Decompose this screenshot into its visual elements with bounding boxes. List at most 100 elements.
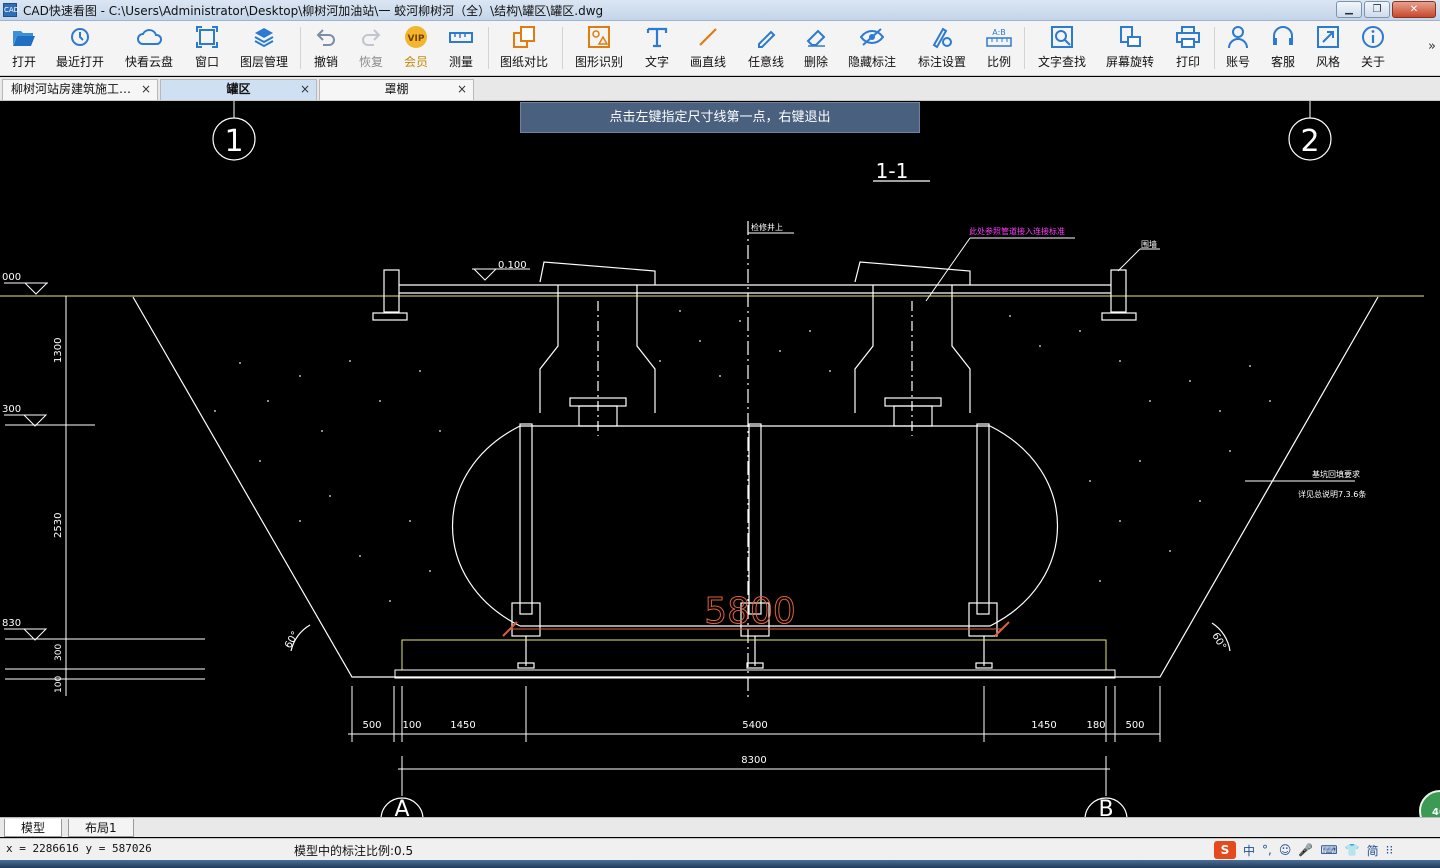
sogou-logo-icon[interactable]: S [1214, 841, 1236, 859]
svg-text:40: 40 [1432, 807, 1440, 817]
delete-button[interactable]: 删除 [802, 24, 830, 72]
svg-text:A: A [394, 797, 409, 817]
text-button[interactable]: 文字 [643, 24, 671, 72]
section-title: 1-1 [873, 159, 930, 183]
cad-drawing[interactable]: 1 2 1-1 60° 60° 000 300 830 0.100 1300 2… [0, 101, 1440, 817]
toolbar-separator [488, 27, 489, 69]
svg-text:300: 300 [2, 404, 21, 415]
maximize-button[interactable]: ❐ [1364, 1, 1390, 18]
taskbar [0, 860, 1440, 868]
toolbar-separator [300, 27, 301, 69]
redo-icon [358, 24, 384, 50]
layers-icon [251, 24, 277, 50]
svg-text:1-1: 1-1 [876, 159, 909, 183]
info-icon [1360, 24, 1386, 50]
manhole-right [854, 261, 971, 436]
cloud-icon [136, 24, 162, 50]
ime-simplified[interactable]: 简 [1367, 842, 1379, 859]
bottom-dimensions: 500 100 1450 5400 1450 180 500 8300 [348, 686, 1161, 796]
measurement-preview: 5800 [502, 591, 1010, 637]
minimize-button[interactable]: ▁ [1336, 1, 1362, 18]
annotation-settings-button[interactable]: 标注设置 [916, 24, 968, 72]
layer-manager-button[interactable]: 图层管理 [238, 24, 290, 72]
cloud-drive-button[interactable]: 快看云盘 [123, 24, 175, 72]
main-toolbar: 打开 最近打开 快看云盘 窗口 图层管理 撤销 恢复 VIP 会员 测量 图纸对… [0, 21, 1440, 76]
svg-text:此处参照管道接入连接标准: 此处参照管道接入连接标准 [969, 226, 1065, 236]
tab-canopy[interactable]: 罩棚 × [319, 79, 474, 100]
status-bar: x = 2286616 y = 587026 模型中的标注比例:0.5 S 中 … [0, 838, 1440, 860]
window-icon [194, 24, 220, 50]
angle-label-left: 60° [283, 630, 301, 651]
freehand-line-button[interactable]: 任意线 [746, 24, 786, 72]
svg-text:围墙: 围墙 [1141, 239, 1157, 249]
recent-open-button[interactable]: 最近打开 [54, 24, 106, 72]
redo-button[interactable]: 恢复 [357, 24, 385, 72]
svg-text:1450: 1450 [450, 720, 475, 731]
vertical-dimensions: 1300 2530 300 100 [5, 296, 205, 696]
freehand-icon [753, 24, 779, 50]
tab-building-drawing[interactable]: 柳树河站房建筑施工… × [2, 79, 158, 100]
manhole-left [539, 261, 656, 436]
close-tab-icon[interactable]: × [141, 80, 151, 99]
microphone-icon[interactable]: 🎤 [1298, 843, 1313, 857]
ime-toolbar[interactable]: S 中 °, ☺ 🎤 ⌨ 👕 简 ⁝⁝ [1214, 839, 1393, 861]
svg-text:1450: 1450 [1031, 720, 1056, 731]
customer-service-button[interactable]: 客服 [1269, 24, 1297, 72]
print-button[interactable]: 打印 [1174, 24, 1202, 72]
svg-text:2: 2 [1300, 124, 1319, 159]
window-button[interactable]: 窗口 [192, 24, 222, 72]
tab-tank-area[interactable]: 罐区 × [160, 79, 317, 100]
open-button[interactable]: 打开 [8, 24, 40, 72]
text-search-button[interactable]: 文字查找 [1036, 24, 1088, 72]
shape-recognize-button[interactable]: 图形识别 [573, 24, 625, 72]
toolbar-separator [1024, 27, 1025, 69]
level-marks: 000 300 830 0.100 [2, 260, 530, 641]
style-button[interactable]: 风格 [1314, 24, 1342, 72]
svg-text:检修井上: 检修井上 [751, 222, 783, 232]
svg-text:830: 830 [2, 618, 21, 629]
scale-icon: A:B [986, 24, 1012, 50]
drawing-compare-button[interactable]: 图纸对比 [498, 24, 550, 72]
vip-button[interactable]: VIP 会员 [402, 24, 430, 72]
svg-text:详见总说明7.3.6条: 详见总说明7.3.6条 [1298, 489, 1366, 499]
svg-text:基坑回填要求: 基坑回填要求 [1312, 469, 1360, 479]
text-icon [644, 24, 670, 50]
tab-layout1[interactable]: 布局1 [68, 819, 134, 837]
title-bar: CAD CAD快速看图 - C:\Users\Administrator\Des… [0, 0, 1440, 21]
style-icon [1315, 24, 1341, 50]
svg-text:2530: 2530 [53, 513, 64, 538]
undo-button[interactable]: 撤销 [312, 24, 340, 72]
ime-menu-icon[interactable]: ⁝⁝ [1386, 843, 1394, 857]
about-button[interactable]: 关于 [1359, 24, 1387, 72]
window-controls: ▁ ❐ ✕ [1336, 1, 1436, 18]
close-tab-icon[interactable]: × [300, 80, 310, 99]
tab-model[interactable]: 模型 [4, 819, 63, 837]
document-tabs: 柳树河站房建筑施工… × 罐区 × 罩棚 × [0, 77, 1440, 101]
skin-icon[interactable]: 👕 [1345, 843, 1360, 857]
ime-punctuation[interactable]: °, [1262, 843, 1272, 857]
measure-icon [448, 24, 474, 50]
shape-recognize-icon [586, 24, 612, 50]
recent-icon [67, 24, 93, 50]
rotate-screen-icon [1117, 24, 1143, 50]
svg-text:8300: 8300 [741, 755, 766, 766]
measure-button[interactable]: 测量 [447, 24, 475, 72]
close-tab-icon[interactable]: × [457, 80, 467, 99]
hide-annotation-icon [859, 24, 885, 50]
hide-annotation-button[interactable]: 隐藏标注 [846, 24, 898, 72]
draw-line-button[interactable]: 画直线 [688, 24, 728, 72]
window-title: CAD快速看图 - C:\Users\Administrator\Desktop… [23, 3, 604, 18]
toolbar-more-button[interactable]: » [1428, 39, 1436, 54]
backfill-dots [214, 310, 1271, 602]
emoji-icon[interactable]: ☺ [1279, 843, 1292, 857]
grid-axis-a: A [380, 797, 424, 817]
folder-open-icon [11, 24, 37, 50]
performance-badge[interactable]: 40 [1419, 790, 1440, 817]
keyboard-icon[interactable]: ⌨ [1320, 843, 1337, 857]
rotate-screen-button[interactable]: 屏幕旋转 [1104, 24, 1156, 72]
account-button[interactable]: 账号 [1224, 24, 1252, 72]
scale-button[interactable]: A:B 比例 [985, 24, 1013, 72]
close-window-button[interactable]: ✕ [1392, 1, 1436, 18]
drawing-canvas[interactable]: 1 2 1-1 60° 60° 000 300 830 0.100 1300 2… [0, 101, 1440, 817]
ime-chinese-mode[interactable]: 中 [1243, 842, 1255, 859]
